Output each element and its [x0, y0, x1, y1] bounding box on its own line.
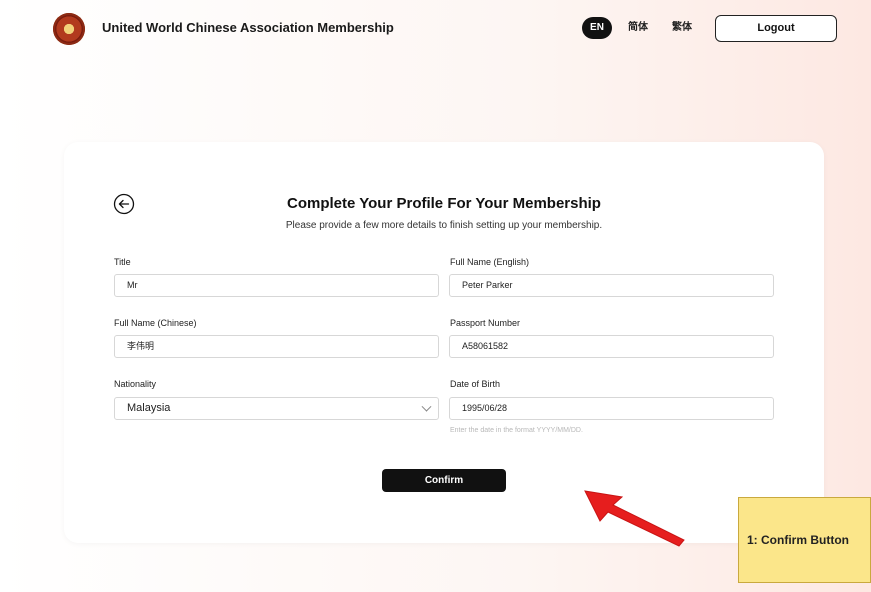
- arrow-shape: [584, 490, 685, 547]
- nationality-select[interactable]: Malaysia: [114, 397, 439, 420]
- language-en-button[interactable]: EN: [582, 17, 612, 39]
- arrow-left-circle-icon: [113, 193, 135, 215]
- title-label: Title: [114, 257, 131, 267]
- language-traditional-button[interactable]: 繁体: [664, 17, 700, 39]
- form-subtitle: Please provide a few more details to fin…: [285, 220, 603, 231]
- date-format-hint: Enter the date in the format YYYY/MM/DD.: [450, 427, 583, 434]
- date-of-birth-field[interactable]: 1995/06/28: [449, 397, 774, 420]
- page: United World Chinese Association Members…: [0, 0, 871, 592]
- title-field[interactable]: Mr: [114, 274, 439, 297]
- nationality-selected-value: Malaysia: [127, 402, 171, 414]
- logout-button[interactable]: Logout: [715, 15, 837, 42]
- passport-number-field[interactable]: A58061582: [449, 335, 774, 358]
- full-name-english-label: Full Name (English): [450, 257, 530, 267]
- app-title: United World Chinese Association Members…: [102, 20, 394, 35]
- back-button[interactable]: [113, 193, 135, 215]
- full-name-chinese-label: Full Name (Chinese): [114, 318, 197, 328]
- chevron-down-icon: [421, 401, 432, 412]
- language-switcher: EN 简体 繁体: [582, 17, 708, 39]
- form-title: Complete Your Profile For Your Membershi…: [287, 195, 601, 212]
- full-name-english-field[interactable]: Peter Parker: [449, 274, 774, 297]
- association-logo: [53, 13, 85, 45]
- nationality-label: Nationality: [114, 379, 157, 389]
- annotation-arrow: [584, 490, 685, 547]
- confirm-button[interactable]: Confirm: [382, 469, 506, 492]
- full-name-chinese-field[interactable]: 李伟明: [114, 335, 439, 358]
- annotation-label: 1: Confirm Button: [738, 497, 871, 583]
- date-of-birth-label: Date of Birth: [450, 379, 501, 389]
- passport-number-label: Passport Number: [450, 318, 521, 328]
- language-simplified-button[interactable]: 简体: [620, 17, 656, 39]
